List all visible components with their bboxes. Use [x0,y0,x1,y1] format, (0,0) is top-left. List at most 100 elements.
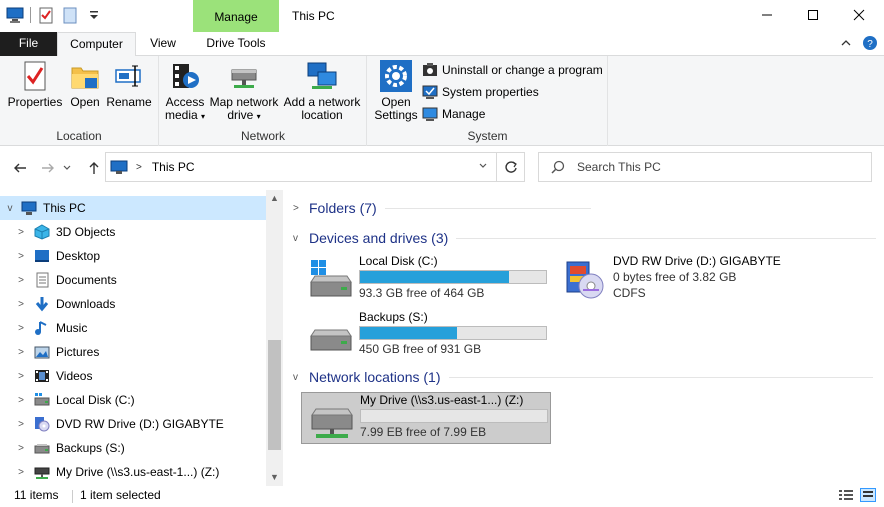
manage-icon [422,106,438,122]
chevron-right-icon[interactable]: > [14,251,28,262]
tree-item-label: This PC [43,201,86,215]
address-box[interactable]: > This PC [105,152,497,182]
navigation-scrollbar[interactable]: ▲ ▼ [266,190,283,486]
scroll-down-icon[interactable]: ▼ [266,469,283,486]
desktop-icon [34,248,50,264]
drive-backups-s[interactable]: Backups (S:) 450 GB free of 931 GB [301,310,549,362]
tree-item[interactable]: > Videos [0,364,266,388]
documents-icon [34,272,50,288]
title-bar: Manage This PC [0,0,884,32]
minimize-button[interactable] [744,0,790,30]
recent-locations-button[interactable] [60,158,74,178]
map-network-drive-button[interactable]: Map network drive ▾ [208,60,280,123]
drive-network-z[interactable]: My Drive (\\s3.us-east-1...) (Z:) 7.99 E… [301,392,551,444]
tree-item[interactable]: > DVD RW Drive (D:) GIGABYTE [0,412,266,436]
manage-button[interactable]: Manage [422,104,485,124]
rename-button[interactable]: Rename [106,60,152,109]
new-folder-icon[interactable] [61,6,79,24]
up-button[interactable] [84,158,104,178]
scroll-up-icon[interactable]: ▲ [266,190,283,207]
drive-icon [307,316,355,358]
add-network-location-icon [306,60,338,92]
rename-label: Rename [106,95,152,109]
tab-file[interactable]: File [0,32,57,56]
chevron-right-icon[interactable]: > [14,467,28,478]
properties-button[interactable]: Properties [6,60,64,109]
tree-item[interactable]: > Downloads [0,292,266,316]
group-divider [384,207,591,209]
close-button[interactable] [836,0,882,30]
devices-header-label: Devices and drives (3) [309,230,449,246]
help-icon[interactable]: ? [862,35,878,51]
tiles-view-icon[interactable] [860,488,876,505]
network-group-label: Network [240,129,285,143]
drive-dvd-d[interactable]: DVD RW Drive (D:) GIGABYTE 0 bytes free … [555,254,795,306]
chevron-down-icon[interactable]: v [3,203,17,214]
details-view-icon[interactable] [838,488,854,505]
open-settings-button[interactable]: Open Settings [372,60,420,122]
chevron-right-icon[interactable]: > [14,419,28,430]
chevron-right-icon[interactable]: > [14,347,28,358]
tab-drive-tools[interactable]: Drive Tools [193,32,279,56]
chevron-right-icon[interactable]: > [14,275,28,286]
back-button[interactable] [10,158,30,178]
chevron-right-icon[interactable]: > [14,323,28,334]
chevron-right-icon[interactable]: > [14,395,28,406]
tree-item-this-pc[interactable]: v This PC [0,196,266,220]
open-button[interactable]: Open [66,60,104,109]
quick-access-toolbar [6,6,103,24]
chevron-right-icon[interactable]: > [14,443,28,454]
location-group-label: Location [56,129,102,143]
refresh-icon [504,161,517,173]
properties-icon [19,60,51,92]
system-properties-button[interactable]: System properties [422,82,539,102]
tree-item[interactable]: > Documents [0,268,266,292]
scrollbar-thumb[interactable] [268,340,281,450]
breadcrumb-chevron-icon[interactable]: > [136,162,142,173]
tab-computer[interactable]: Computer [57,32,136,57]
forward-button[interactable] [38,158,58,178]
tree-item[interactable]: > Local Disk (C:) [0,388,266,412]
tree-item[interactable]: > Desktop [0,244,266,268]
properties-icon[interactable] [37,6,55,24]
tree-item-label: Local Disk (C:) [56,393,135,407]
drive-usage-bar [359,326,547,340]
network-drive-icon [228,60,260,92]
network-locations-group-header[interactable]: v Network locations (1) [293,366,873,388]
refresh-button[interactable] [497,152,525,182]
tree-item[interactable]: > My Drive (\\s3.us-east-1...) (Z:) [0,460,266,484]
system-group-label: System [467,129,508,143]
drive-name: My Drive (\\s3.us-east-1...) (Z:) [360,393,524,407]
ribbon-tabs: File Computer View Drive Tools ? [0,32,884,57]
drive-name: Backups (S:) [359,310,428,324]
tree-item[interactable]: > Pictures [0,340,266,364]
search-box[interactable] [538,152,872,182]
tab-view[interactable]: View [138,32,188,56]
customize-toolbar-icon[interactable] [85,6,103,24]
folders-group-header[interactable]: > Folders (7) [293,197,591,219]
pc-icon [6,6,24,24]
add-network-location-button[interactable]: Add a network location [282,60,362,122]
tree-item[interactable]: > Backups (S:) [0,436,266,460]
devices-group-header[interactable]: v Devices and drives (3) [293,227,877,249]
rename-icon [113,60,145,92]
chevron-right-icon[interactable]: > [14,299,28,310]
access-media-button[interactable]: Access media ▾ [162,60,208,123]
music-icon [34,320,50,336]
collapse-ribbon-icon[interactable] [840,37,852,49]
ribbon-group-system: Open Settings Uninstall or change a prog… [368,56,608,146]
search-input[interactable] [577,160,857,174]
ribbon-controls: ? [840,35,878,51]
uninstall-program-button[interactable]: Uninstall or change a program [422,60,603,80]
tree-item[interactable]: > Music [0,316,266,340]
address-dropdown-icon[interactable] [478,160,488,174]
properties-label: Properties [7,95,63,109]
chevron-right-icon[interactable]: > [14,227,28,238]
tree-item[interactable]: >3D Objects [0,220,266,244]
maximize-button[interactable] [790,0,836,30]
breadcrumb-this-pc[interactable]: This PC [152,160,195,174]
chevron-right-icon[interactable]: > [14,371,28,382]
drive-local-disk-c[interactable]: Local Disk (C:) 93.3 GB free of 464 GB [301,254,549,306]
content-pane: > Folders (7) v Devices and drives (3) L… [285,190,884,486]
tree-item-label: Downloads [56,297,116,311]
